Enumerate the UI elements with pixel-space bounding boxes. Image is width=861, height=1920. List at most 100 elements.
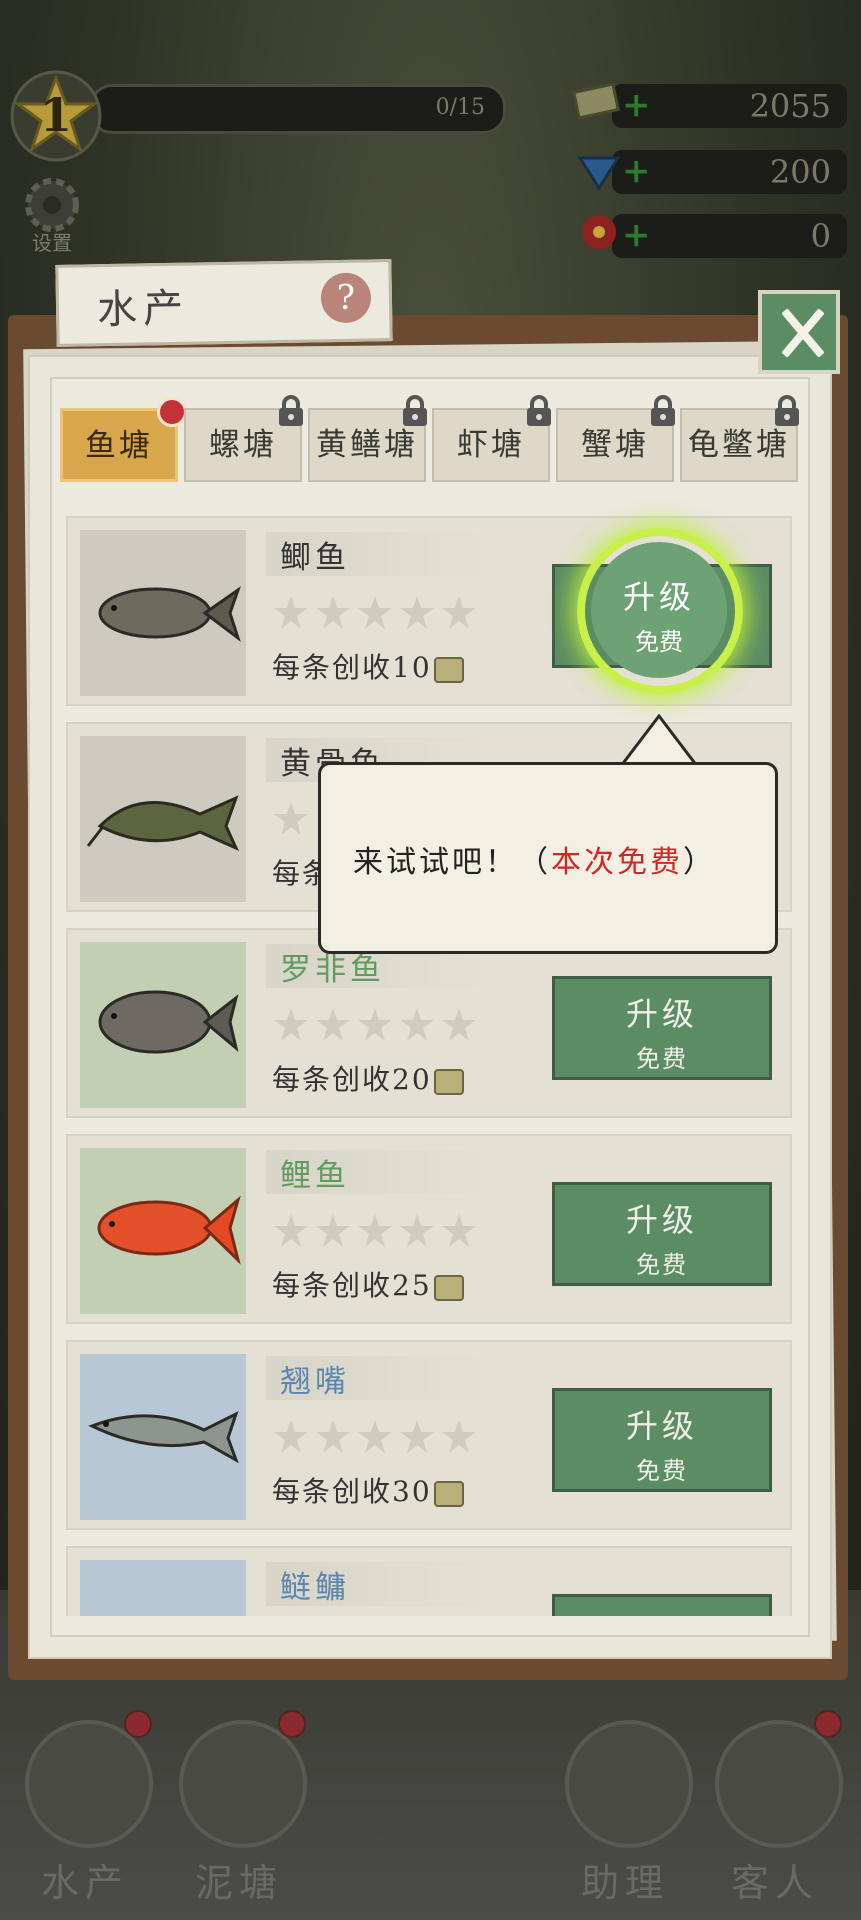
assistant-avatar-icon	[565, 1720, 693, 1848]
xp-bar: 0/15	[90, 84, 506, 134]
tooltip-pointer	[617, 714, 707, 768]
nav-guests[interactable]: 客人	[700, 1710, 850, 1910]
notification-badge	[278, 1710, 306, 1738]
star-icon	[400, 1420, 434, 1453]
tab-turtle-pond[interactable]: 龟鳖塘	[680, 395, 799, 482]
tab-label: 螺塘	[209, 427, 277, 463]
notification-badge	[124, 1710, 152, 1738]
notification-badge	[157, 397, 187, 427]
level-number: 1	[39, 88, 72, 142]
panel-title: 水产	[96, 285, 190, 334]
cash-icon	[572, 82, 621, 120]
yellow-catfish-icon	[80, 736, 246, 902]
bighead-carp-icon	[80, 1560, 246, 1616]
add-cash-icon[interactable]: +	[622, 88, 651, 122]
fish-name: 翘嘴	[266, 1356, 490, 1400]
carp-icon	[80, 1148, 246, 1314]
nav-assistant[interactable]: 助理	[550, 1720, 700, 1910]
tab-eel-pond[interactable]: 黄鳝塘	[308, 395, 427, 482]
tab-fish-pond[interactable]: 鱼塘	[60, 397, 187, 482]
nav-mud-pond[interactable]: 泥塘	[164, 1710, 314, 1910]
flower-counter[interactable]: + 0	[582, 214, 847, 258]
nav-aquatic[interactable]: 水产	[10, 1710, 160, 1910]
fish-name: 鲤鱼	[266, 1150, 490, 1194]
guest-avatar-icon	[715, 1720, 843, 1848]
fish-card: 鲢鳙 升级	[66, 1546, 792, 1616]
star-icon	[358, 1214, 392, 1247]
flower-icon	[582, 215, 616, 249]
panel-title-tab: 水产 ?	[55, 259, 393, 347]
gear-icon	[25, 178, 79, 232]
star-icon	[400, 596, 434, 629]
star-rating	[272, 800, 314, 840]
star-icon	[316, 1008, 350, 1041]
settings-label: 设置	[32, 231, 72, 255]
income-label: 每条创收20	[272, 1058, 464, 1098]
income-label: 每条创收25	[272, 1264, 464, 1304]
star-icon	[400, 1214, 434, 1247]
star-icon	[358, 596, 392, 629]
tab-shrimp-pond[interactable]: 虾塘	[432, 395, 551, 482]
flower-value: 0	[810, 217, 831, 255]
star-rating	[272, 1212, 482, 1252]
tab-crab-pond[interactable]: 蟹塘	[556, 395, 675, 482]
income-label: 每条创收10	[272, 646, 464, 686]
tab-snail-pond[interactable]: 螺塘	[184, 395, 303, 482]
gem-value: 200	[769, 153, 831, 191]
star-icon	[274, 1420, 308, 1453]
cash-counter[interactable]: + 2055	[572, 82, 847, 128]
star-icon	[316, 596, 350, 629]
star-icon	[442, 1214, 476, 1247]
crucian-carp-icon	[80, 530, 246, 696]
add-gem-icon[interactable]: +	[622, 154, 651, 188]
cash-icon	[433, 1068, 464, 1095]
star-rating	[272, 1006, 482, 1046]
highlighted-upgrade-button[interactable]: 升级 免费	[591, 542, 727, 678]
star-icon	[442, 1008, 476, 1041]
tab-label: 蟹塘	[581, 427, 649, 463]
help-icon[interactable]: ?	[320, 272, 372, 324]
xp-text: 0/15	[435, 95, 485, 120]
tab-label: 黄鳝塘	[316, 427, 418, 463]
upgrade-button[interactable]: 升级免费	[552, 1182, 772, 1286]
income-label: 每条创收30	[272, 1470, 464, 1510]
add-flower-icon[interactable]: +	[622, 218, 651, 252]
star-icon	[358, 1420, 392, 1453]
star-rating	[272, 1418, 482, 1458]
fish-name: 鲢鳙	[266, 1562, 490, 1606]
upgrade-button[interactable]: 升级免费	[552, 976, 772, 1080]
lock-icon	[403, 395, 427, 426]
gem-icon	[577, 156, 621, 191]
lock-icon	[651, 395, 675, 426]
star-rating	[272, 594, 482, 634]
notification-badge	[814, 1710, 842, 1738]
upgrade-button[interactable]: 升级	[552, 1594, 772, 1616]
star-icon	[316, 1420, 350, 1453]
fish-card: 翘嘴 每条创收30 升级 免费	[66, 1340, 792, 1530]
topmouth-culter-icon	[80, 1354, 246, 1520]
star-icon	[358, 1008, 392, 1041]
tab-label: 虾塘	[457, 427, 525, 463]
lock-icon	[775, 395, 799, 426]
tooltip-text: 来试试吧！（本次免费）	[353, 845, 716, 880]
star-icon	[400, 1008, 434, 1041]
star-icon	[442, 1420, 476, 1453]
star-icon	[274, 802, 308, 835]
level-star-icon[interactable]: 1	[10, 70, 102, 162]
upgrade-button[interactable]: 升级免费	[552, 1388, 772, 1492]
star-icon	[274, 1008, 308, 1041]
close-button[interactable]	[758, 290, 840, 374]
star-icon	[274, 596, 308, 629]
cash-icon	[433, 1480, 464, 1507]
tab-label: 龟鳖塘	[688, 427, 790, 463]
tilapia-icon	[80, 942, 246, 1108]
fish-name: 鲫鱼	[266, 532, 490, 576]
tutorial-tooltip: 来试试吧！（本次免费）	[318, 762, 778, 954]
gem-counter[interactable]: + 200	[577, 150, 847, 194]
settings-button[interactable]: 设置	[12, 175, 92, 255]
star-icon	[274, 1214, 308, 1247]
fish-card: 鲤鱼 每条创收25 升级 免费	[66, 1134, 792, 1324]
tab-label: 鱼塘	[85, 428, 153, 464]
lock-icon	[527, 395, 551, 426]
fish-card: 罗非鱼 每条创收20 升级 免费	[66, 928, 792, 1118]
